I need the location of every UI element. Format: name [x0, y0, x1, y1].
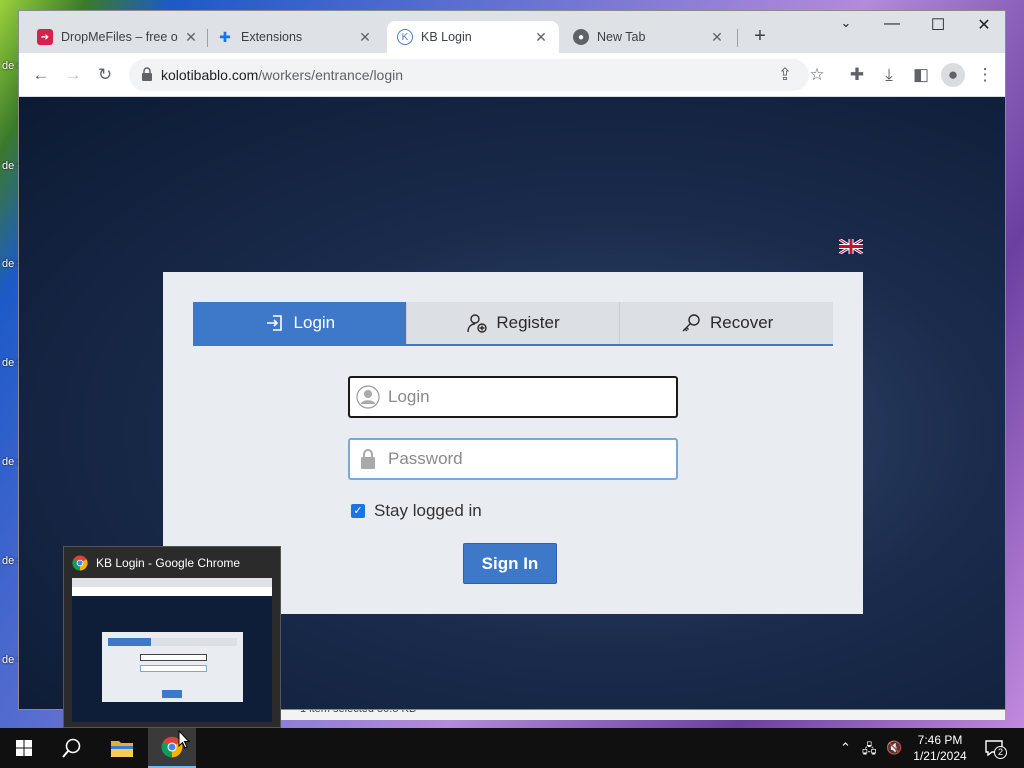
lock-icon	[142, 67, 152, 81]
forward-button[interactable]: →	[61, 63, 85, 87]
tab-register-label: Register	[496, 313, 560, 332]
close-icon[interactable]: ✕	[183, 29, 199, 46]
thumb-button	[162, 690, 182, 698]
tab-login[interactable]: Login	[193, 302, 407, 344]
share-icon[interactable]: ⇪	[773, 63, 797, 87]
padlock-icon	[361, 449, 375, 469]
clock-date: 1/21/2024	[913, 749, 967, 763]
uk-flag-icon[interactable]	[839, 239, 863, 254]
puzzle-icon: ✚	[219, 28, 231, 45]
kb-icon: K	[397, 29, 413, 45]
tab-label: KB Login	[421, 30, 472, 44]
side-panel-icon[interactable]: ◧	[909, 63, 933, 87]
close-icon[interactable]: ✕	[709, 29, 725, 46]
tab-kb-login[interactable]: K KB Login ✕	[387, 21, 559, 53]
bookmark-star-icon[interactable]: ☆	[805, 63, 829, 87]
key-icon	[682, 314, 700, 332]
password-field[interactable]	[348, 438, 678, 480]
close-window-button[interactable]: ✕	[961, 15, 1007, 35]
preview-title-text: KB Login - Google Chrome	[96, 556, 241, 570]
login-input[interactable]	[388, 387, 658, 407]
address-bar[interactable]: kolotibablo.com/workers/entrance/login ⇪…	[129, 59, 825, 91]
thumb-login-card	[102, 632, 243, 702]
chrome-icon	[72, 555, 88, 571]
maximize-button[interactable]: ☐	[915, 15, 961, 35]
menu-kebab-icon[interactable]: ⋮	[973, 63, 997, 87]
start-button[interactable]	[0, 728, 48, 768]
clock-time: 7:46 PM	[917, 733, 963, 747]
tab-new-tab[interactable]: ● New Tab ✕	[563, 21, 735, 53]
dropmefiles-icon: ➔	[37, 29, 53, 45]
tab-recover[interactable]: Recover	[620, 302, 834, 344]
new-tab-button[interactable]: +	[749, 25, 771, 48]
browser-toolbar: ← → ↻ kolotibablo.com/workers/entrance/l…	[19, 53, 1005, 97]
thumb-tab	[151, 638, 194, 646]
preview-thumbnail	[72, 578, 272, 722]
taskbar: ⌃ 🖧 🔇 7:46 PM 1/21/2024 2	[0, 728, 1024, 768]
close-icon[interactable]: ✕	[533, 29, 549, 46]
reload-button[interactable]: ↻	[93, 63, 117, 87]
extensions-puzzle-icon[interactable]: ✚	[845, 63, 869, 87]
tab-extensions[interactable]: ✚ Extensions ✕	[207, 21, 383, 53]
tab-label: Extensions	[241, 30, 303, 44]
search-button[interactable]	[48, 728, 96, 768]
close-icon[interactable]: ✕	[357, 29, 373, 46]
password-input[interactable]	[388, 449, 658, 469]
tab-label: DropMeFiles – free o	[61, 30, 178, 44]
add-user-icon	[467, 314, 488, 333]
taskbar-thumbnail-preview[interactable]: KB Login - Google Chrome	[63, 546, 281, 728]
tab-label: New Tab	[597, 30, 646, 44]
preview-title: KB Login - Google Chrome	[72, 555, 240, 571]
folder-icon	[111, 741, 133, 757]
thumb-field	[140, 654, 207, 661]
tab-recover-label: Recover	[710, 313, 774, 332]
sign-in-icon	[266, 315, 282, 331]
tab-login-label: Login	[293, 313, 336, 332]
user-icon	[356, 385, 380, 409]
url-path: /workers/entrance/login	[258, 67, 404, 83]
profile-avatar-icon[interactable]: ●	[941, 63, 965, 87]
stay-logged-in-label: Stay logged in	[374, 501, 482, 520]
download-icon[interactable]: ⤓	[877, 63, 901, 87]
search-icon	[62, 738, 81, 758]
tab-register[interactable]: Register	[406, 302, 621, 344]
stay-logged-in[interactable]: ✓ Stay logged in	[351, 501, 482, 521]
thumb-tab	[194, 638, 237, 646]
url-text: kolotibablo.com/workers/entrance/login	[161, 67, 403, 83]
mouse-cursor	[178, 730, 190, 749]
notification-count-badge: 2	[994, 746, 1007, 759]
thumb-toolbar	[72, 587, 272, 596]
tab-search-chevron-icon[interactable]: ⌄	[823, 15, 869, 31]
login-field[interactable]	[348, 376, 678, 418]
clock[interactable]: 7:46 PM 1/21/2024	[912, 732, 968, 764]
windows-icon	[16, 740, 32, 756]
minimize-button[interactable]: —	[869, 15, 915, 33]
tab-separator	[737, 29, 738, 47]
network-icon[interactable]: 🖧	[862, 740, 877, 762]
tab-dropmefiles[interactable]: ➔ DropMeFiles – free o ✕	[27, 21, 209, 53]
thumb-field	[140, 665, 207, 672]
file-explorer-button[interactable]	[98, 728, 146, 768]
stay-logged-in-checkbox[interactable]: ✓	[351, 504, 365, 518]
back-button[interactable]: ←	[29, 63, 53, 87]
chevron-up-icon[interactable]: ⌃	[840, 740, 851, 756]
thumb-tab	[108, 638, 151, 646]
auth-tabs: Login Register Recover	[193, 302, 834, 346]
chrome-icon: ●	[573, 29, 589, 45]
sign-in-button[interactable]: Sign In	[463, 543, 557, 584]
url-host: kolotibablo.com	[161, 67, 259, 83]
notification-center-button[interactable]: 2	[980, 736, 1008, 760]
volume-muted-icon[interactable]: 🔇	[886, 740, 902, 756]
tab-strip: ➔ DropMeFiles – free o ✕ ✚ Extensions ✕ …	[19, 11, 1005, 53]
